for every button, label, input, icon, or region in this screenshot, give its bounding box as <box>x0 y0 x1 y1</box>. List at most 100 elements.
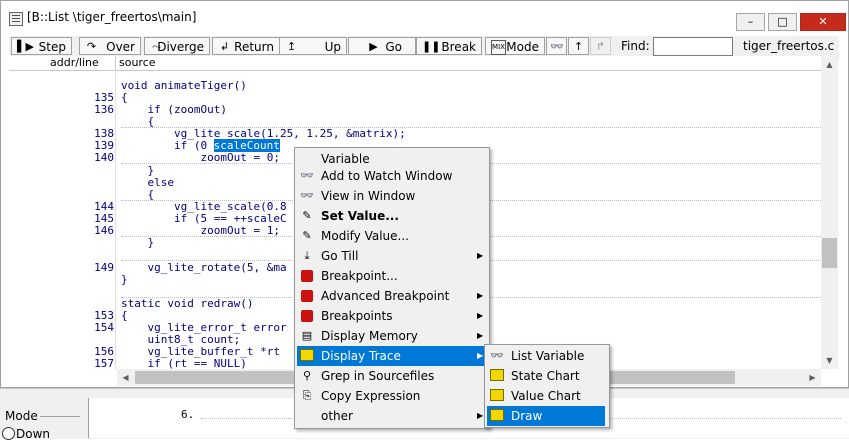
step-button[interactable]: ▌▶ Step <box>11 37 72 55</box>
column-divider[interactable] <box>115 56 116 70</box>
menu-item-other[interactable]: other ▶ <box>297 406 485 426</box>
scroll-right-icon[interactable]: ▶ <box>804 369 821 386</box>
step-icon: ▌▶ <box>17 40 34 53</box>
goto-pc-button[interactable]: ↑ <box>568 37 589 55</box>
return-button[interactable]: ↲ Return <box>212 37 280 55</box>
menu-item-modify-value[interactable]: ✎ Modify Value... <box>297 226 485 246</box>
submenu-item-list-variable[interactable]: 👓 List Variable <box>487 346 605 366</box>
menu-item-label: Go Till <box>321 249 359 263</box>
list-window-icon <box>9 12 23 26</box>
menu-item-breakpoints[interactable]: Breakpoints ▶ <box>297 306 485 326</box>
advanced-breakpoint-icon <box>299 289 315 303</box>
menu-item-go-till[interactable]: ⤓ Go Till ▶ <box>297 246 485 266</box>
modify-value-icon: ✎ <box>302 229 312 242</box>
step-over-icon: ↷ <box>86 40 97 53</box>
submenu-item-state-chart[interactable]: State Chart <box>487 366 605 386</box>
menu-item-copy-expression[interactable]: ⎘ Copy Expression <box>297 386 485 406</box>
glasses-icon: 👓 <box>300 169 314 182</box>
line-number[interactable]: 136 <box>69 103 114 116</box>
redo-button[interactable]: ↱ <box>590 37 611 55</box>
up-label: Up <box>324 40 341 54</box>
find-label: Find: <box>621 39 650 53</box>
submenu-item-label: State Chart <box>511 369 580 383</box>
go-button[interactable]: ▶ Go <box>348 37 416 55</box>
close-button[interactable]: ✕ <box>800 13 846 31</box>
gutter-divider <box>115 71 116 369</box>
down-radio[interactable] <box>2 427 15 440</box>
scroll-left-icon[interactable]: ◀ <box>117 369 134 386</box>
pause-icon: ❚❚ <box>422 40 441 53</box>
code-line[interactable]: } <box>121 236 154 249</box>
menu-item-set-value[interactable]: ✎ Set Value... <box>297 206 485 226</box>
redo-icon: ↱ <box>595 40 606 53</box>
menu-item-label: Modify Value... <box>321 229 409 243</box>
scroll-up-icon[interactable]: ▲ <box>821 56 838 73</box>
line-number[interactable]: 154 <box>69 321 114 334</box>
vertical-scroll-thumb[interactable] <box>822 238 837 268</box>
glasses-window-icon: 👓 <box>300 189 314 202</box>
display-trace-submenu: 👓 List Variable State Chart Value Chart Draw <box>484 344 610 428</box>
code-line[interactable]: } <box>121 273 128 286</box>
minimize-button[interactable]: – <box>736 13 765 31</box>
submenu-arrow-icon: ▶ <box>477 351 484 360</box>
menu-item-view-in-window[interactable]: 👓 View in Window <box>297 186 485 206</box>
menu-item-grep-in-sourcefiles[interactable]: ⚲ Grep in Sourcefiles <box>297 366 485 386</box>
menu-item-label: Display Trace <box>321 349 401 363</box>
line-number[interactable]: 149 <box>69 261 114 274</box>
over-button[interactable]: ↷ Over <box>79 37 141 55</box>
mode-label: Mode <box>506 40 539 54</box>
context-menu: Variable 👓 Add to Watch Window 👓 View in Wi… <box>294 147 490 429</box>
mode-button[interactable]: MIX Mode <box>485 37 545 55</box>
menu-item-label: Grep in Sourcefiles <box>321 369 435 383</box>
menu-item-label: Copy Expression <box>321 389 421 403</box>
toolbar: ▌▶ Step ↷ Over ⤳ Diverge ↲ Return ↥ Up ▶… <box>9 36 839 58</box>
submenu-item-label: Value Chart <box>511 389 581 403</box>
memory-icon: ▤ <box>301 329 313 342</box>
line-number[interactable]: 146 <box>69 224 114 237</box>
draw-icon <box>489 409 505 423</box>
scroll-down-icon[interactable]: ▼ <box>821 352 838 369</box>
vertical-scrollbar[interactable]: ▲ ▼ <box>821 56 838 369</box>
diverge-button[interactable]: ⤳ Diverge <box>144 37 210 55</box>
addr-line-header[interactable]: addr/line <box>50 56 99 69</box>
menu-item-label: other <box>321 409 353 423</box>
mode-group-label: Mode <box>5 409 38 423</box>
menu-item-label: Breakpoints <box>321 309 393 323</box>
up-arrow-icon: ↑ <box>573 40 584 53</box>
up-icon: ↥ <box>286 40 297 53</box>
column-header: addr/line source <box>9 56 821 71</box>
up-button[interactable]: ↥ Up <box>279 37 347 55</box>
line-number: 6. <box>181 408 195 421</box>
code-line[interactable]: void animateTiger() <box>121 79 247 92</box>
menu-item-breakpoint[interactable]: Breakpoint... <box>297 266 485 286</box>
submenu-item-label: Draw <box>511 409 543 423</box>
submenu-arrow-icon: ▶ <box>477 311 484 320</box>
submenu-arrow-icon: ▶ <box>477 411 484 420</box>
down-label: Down <box>16 427 51 441</box>
diverge-label: Diverge <box>157 40 204 54</box>
menu-item-label: Set Value... <box>321 209 399 223</box>
title-bar[interactable]: [B::List \tiger_freertos\main] – □ ✕ <box>1 1 848 33</box>
watch-button[interactable]: 👓 <box>546 37 567 55</box>
submenu-item-value-chart[interactable]: Value Chart <box>487 386 605 406</box>
menu-item-label: Breakpoint... <box>321 269 398 283</box>
source-header[interactable]: source <box>119 56 156 69</box>
find-input[interactable] <box>653 37 733 56</box>
line-number[interactable]: 140 <box>69 151 114 164</box>
line-number[interactable]: 157 <box>69 357 114 369</box>
break-button[interactable]: ❚❚ Break <box>416 37 482 55</box>
menu-item-display-trace[interactable]: Display Trace ▶ <box>297 346 485 366</box>
menu-item-display-memory[interactable]: ▤ Display Memory ▶ <box>297 326 485 346</box>
set-value-icon: ✎ <box>302 209 312 222</box>
code-line[interactable]: if (rt == NULL) <box>121 357 246 369</box>
submenu-item-draw[interactable]: Draw <box>487 406 605 426</box>
submenu-item-label: List Variable <box>511 349 585 363</box>
code-line[interactable]: vg_lite_rotate(5, &ma <box>121 261 286 274</box>
menu-item-advanced-breakpoint[interactable]: Advanced Breakpoint ▶ <box>297 286 485 306</box>
trace-icon <box>299 349 315 363</box>
code-line[interactable]: static void redraw() <box>121 297 253 310</box>
maximize-button[interactable]: □ <box>768 13 797 31</box>
menu-item-add-to-watch-window[interactable]: 👓 Add to Watch Window <box>297 166 485 186</box>
value-chart-icon <box>489 389 505 403</box>
menu-item-label: View in Window <box>321 189 416 203</box>
